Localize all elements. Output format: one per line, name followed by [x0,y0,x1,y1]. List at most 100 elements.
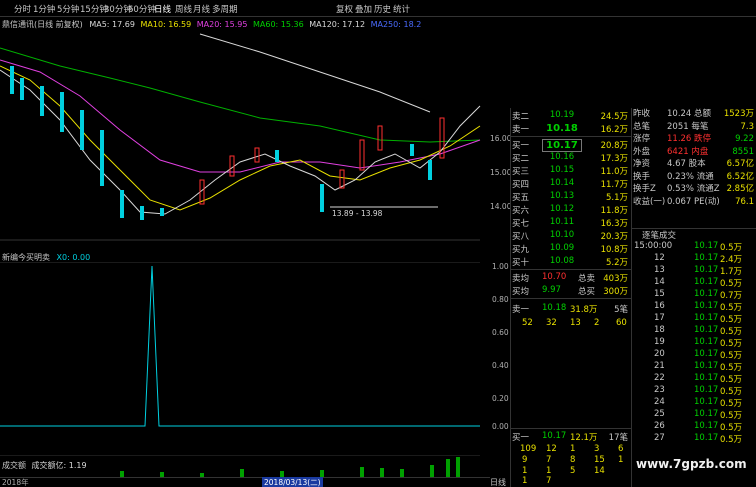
indicator-tick: 0.80 [492,295,509,304]
stat-right: 76.1 [735,196,754,207]
summary-row: 卖均 10.70 总卖 403万 [512,272,628,284]
period-tab-weekly[interactable]: 周线 [175,3,192,15]
price-tick: 16.00 [490,134,512,143]
ma10-line [0,65,481,211]
trade-row: 14 10.17 0.5万 [654,277,742,289]
ma20-label: MA20: 15.95 [196,20,248,29]
range-label: 13.89 - 13.98 [332,209,383,218]
stat-value: 0.53% 流通Z [667,184,720,194]
period-tab-daily[interactable]: 日线 [154,3,171,15]
candles [10,66,445,220]
trade-row: 12 10.17 2.4万 [654,253,742,265]
axis-date-label: 2018/03/13(二) [262,477,323,487]
stat-value: 11.26 跌停 [667,134,712,144]
period-toolbar: 分时 1分钟 5分钟 15分钟 30分钟 60分钟 日线 周线 月线 多周期 复… [0,0,756,17]
overlay-button[interactable]: 叠加 [355,3,372,15]
trade-row: 18 10.17 0.5万 [654,325,742,337]
trades-title: 逐笔成交 [642,231,677,241]
stat-right: 9.22 [735,134,754,144]
watermark: www.7gpzb.com [636,457,747,471]
period-tab-60min[interactable]: 60分钟 [128,3,156,15]
ma60-line [0,47,481,143]
stat-label: 换手 [633,171,651,182]
indicator-tick: 1.00 [492,262,509,271]
trade-row: 25 10.17 0.5万 [654,409,742,421]
book-divider [511,428,631,429]
quote-stats: 昨收 总笔 涨停 外盘 净资 换手 换手Z 收益(一) 10.24 总额 205… [633,108,756,228]
stat-label: 总笔 [633,121,651,132]
ma120-label: MA120: 17.12 [309,20,366,29]
stock-name: 鼎信通讯(日线 前复权) [2,20,83,29]
ma120-line [199,33,431,113]
indicator-tick: 0.00 [492,422,509,431]
indicator-tick: 0.40 [492,361,509,370]
trade-row: 22 10.17 0.5万 [654,373,742,385]
stat-label: 收益(一) [633,196,666,207]
ma5-label: MA5: 17.69 [89,20,135,29]
trade-row: 27 10.17 0.5万 [654,433,742,445]
stat-label: 涨停 [633,134,651,144]
order-row: 买十 10.08 5.2万 [512,256,628,268]
stat-label: 净资 [633,159,651,169]
stat-right: 2.85亿 [726,184,754,194]
buy-queue-header: 买一 10.17 12.1万 17笔 [512,431,628,443]
period-tab-fenshi[interactable]: 分时 [14,3,31,15]
trades-title-bar: 逐笔成交 [632,228,756,241]
stat-right: 6.57亿 [726,159,754,169]
book-divider [511,298,631,299]
stat-value: 0.23% 流通 [667,171,714,182]
stat-value: 2051 每笔 [667,121,709,132]
sell-queue-items: 52 32 13 2 60 [522,318,627,328]
trade-row: 13 10.17 1.7万 [654,265,742,277]
ma60-label: MA60: 15.36 [253,20,304,29]
order-row: 买五 10.13 5.1万 [512,191,628,203]
order-row: 卖一 10.18 16.2万 [512,123,628,135]
stat-right: 6.52亿 [726,171,754,182]
period-tab-monthly[interactable]: 月线 [193,3,210,15]
period-tab-1min[interactable]: 1分钟 [33,3,55,15]
bottom-axis [0,477,490,487]
stats-button[interactable]: 统计 [393,3,410,15]
stat-label: 昨收 [633,109,651,119]
period-tab-multi[interactable]: 多周期 [212,3,238,15]
period-tab-5min[interactable]: 5分钟 [57,3,79,15]
order-row: 买八 10.10 20.3万 [512,230,628,242]
stat-value: 4.67 股本 [667,159,706,169]
summary-row: 买均 9.97 总买 300万 [512,285,628,297]
volume-chart[interactable] [0,455,490,477]
indicator-chart[interactable] [0,262,490,458]
book-divider [511,269,631,270]
order-row: 买四 10.14 11.7万 [512,178,628,190]
stat-value: 10.24 总额 [667,109,712,119]
kline-chart[interactable] [0,30,490,246]
restore-rights-button[interactable]: 复权 [336,3,353,15]
trade-row: 16 10.17 0.5万 [654,301,742,313]
trade-row: 26 10.17 0.5万 [654,421,742,433]
trade-row: 19 10.17 0.5万 [654,337,742,349]
stat-label: 换手Z [633,184,656,194]
indicator-name: 新编今买明卖 [2,253,50,262]
stat-value: 6421 内盘 [667,146,709,157]
order-row: 买一 10.17 20.8万 [512,139,628,152]
history-button[interactable]: 历史 [374,3,391,15]
indicator-line [0,265,480,427]
sell-queue-header: 卖一 10.18 31.8万 5笔 [512,303,628,315]
book-divider [511,136,631,137]
order-row: 买六 10.12 11.8万 [512,204,628,216]
trade-row: 17 10.17 0.5万 [654,313,742,325]
stat-value: 0.067 PE(动) [667,196,720,207]
buy-queue-row: 17 [522,476,552,486]
order-row: 卖二 10.19 24.5万 [512,110,628,122]
ma10-label: MA10: 16.59 [140,20,192,29]
stat-right: 1523万 [723,109,754,119]
ma-header: 鼎信通讯(日线 前复权) MA5: 17.69 MA10: 16.59 MA20… [2,19,421,30]
order-row: 买九 10.09 10.8万 [512,243,628,255]
indicator-tick: 0.60 [492,328,509,337]
axis-period-label: 日线 [490,478,506,487]
stat-right: 8551 [732,146,754,157]
trade-row: 24 10.17 0.5万 [654,397,742,409]
trade-row: 15:00:00 10.17 0.5万 [634,241,742,253]
volume-bars [120,457,460,477]
stat-right: 7.3 [740,121,754,132]
ma20-line [0,59,481,173]
